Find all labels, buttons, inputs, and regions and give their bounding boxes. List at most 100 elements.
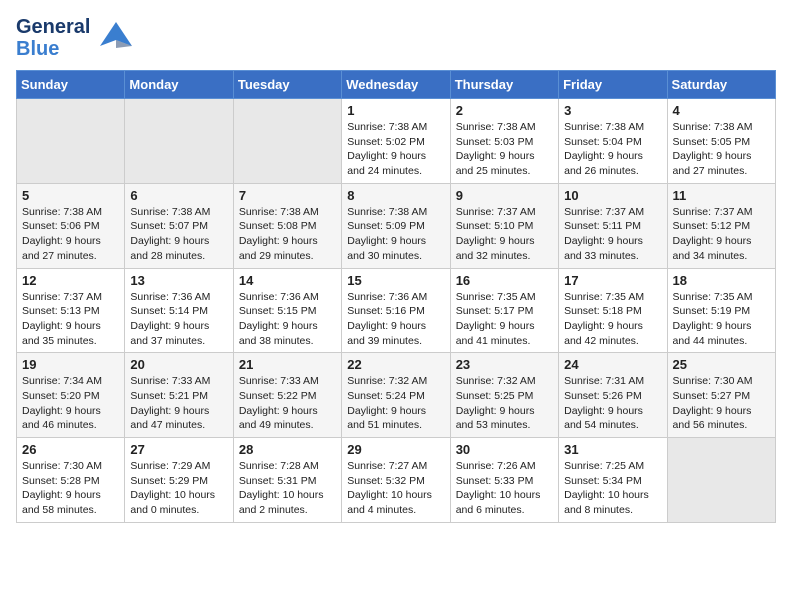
day-number: 3 <box>564 103 661 118</box>
calendar-day-cell: 11Sunrise: 7:37 AM Sunset: 5:12 PM Dayli… <box>667 183 775 268</box>
day-info: Sunrise: 7:37 AM Sunset: 5:11 PM Dayligh… <box>564 205 661 264</box>
day-info: Sunrise: 7:38 AM Sunset: 5:08 PM Dayligh… <box>239 205 336 264</box>
day-number: 14 <box>239 273 336 288</box>
day-info: Sunrise: 7:38 AM Sunset: 5:05 PM Dayligh… <box>673 120 770 179</box>
calendar-day-cell: 17 Sunrise: 7:35 AM Sunset: 5:18 PM Dayli… <box>559 268 667 353</box>
day-info: Sunrise: 7:38 AM Sunset: 5:07 PM Dayligh… <box>130 205 227 264</box>
calendar-day-cell: 22 Sunrise: 7:32 AM Sunset: 5:24 PM Dayli… <box>342 353 450 438</box>
weekday-header: Tuesday <box>233 71 341 99</box>
day-number: 20 <box>130 357 227 372</box>
calendar-day-cell: 10 Sunrise: 7:37 AM Sunset: 5:11 PM Dayli… <box>559 183 667 268</box>
day-info: Sunrise: 7:37 AM Sunset: 5:10 PM Dayligh… <box>456 205 553 264</box>
weekday-header: Wednesday <box>342 71 450 99</box>
day-info: Sunrise: 7:31 AM Sunset: 5:26 PM Dayligh… <box>564 374 661 433</box>
day-number: 2 <box>456 103 553 118</box>
day-info: Sunrise: 7:25 AM Sunset: 5:34 PM Dayligh… <box>564 459 661 518</box>
logo: General Blue <box>16 16 134 60</box>
day-info: Sunrise: 7:30 AM Sunset: 5:27 PM Dayligh… <box>673 374 770 433</box>
day-number: 21 <box>239 357 336 372</box>
day-number: 27 <box>130 442 227 457</box>
day-info: Sunrise: 7:32 AM Sunset: 5:25 PM Dayligh… <box>456 374 553 433</box>
day-number: 5 <box>22 188 119 203</box>
weekday-header: Monday <box>125 71 233 99</box>
weekday-header: Sunday <box>17 71 125 99</box>
calendar-day-cell: 3Sunrise: 7:38 AM Sunset: 5:04 PM Daylig… <box>559 99 667 184</box>
calendar-day-cell: 1 Sunrise: 7:38 AM Sunset: 5:02 PM Daylig… <box>342 99 450 184</box>
day-number: 25 <box>673 357 770 372</box>
day-info: Sunrise: 7:35 AM Sunset: 5:18 PM Dayligh… <box>564 290 661 349</box>
day-number: 19 <box>22 357 119 372</box>
calendar-day-cell: 25 Sunrise: 7:30 AM Sunset: 5:27 PM Dayli… <box>667 353 775 438</box>
day-number: 13 <box>130 273 227 288</box>
logo-general: General <box>16 16 90 38</box>
day-number: 26 <box>22 442 119 457</box>
calendar-day-cell: 28 Sunrise: 7:28 AM Sunset: 5:31 PM Dayli… <box>233 438 341 523</box>
calendar-day-cell: 12 Sunrise: 7:37 AM Sunset: 5:13 PM Dayli… <box>17 268 125 353</box>
calendar-week-row: 1 Sunrise: 7:38 AM Sunset: 5:02 PM Daylig… <box>17 99 776 184</box>
day-info: Sunrise: 7:28 AM Sunset: 5:31 PM Dayligh… <box>239 459 336 518</box>
calendar-week-row: 19 Sunrise: 7:34 AM Sunset: 5:20 PM Dayli… <box>17 353 776 438</box>
day-number: 29 <box>347 442 444 457</box>
calendar-day-cell: 14 Sunrise: 7:36 AM Sunset: 5:15 PM Dayli… <box>233 268 341 353</box>
day-info: Sunrise: 7:37 AM Sunset: 5:12 PM Dayligh… <box>673 205 770 264</box>
day-info: Sunrise: 7:35 AM Sunset: 5:17 PM Dayligh… <box>456 290 553 349</box>
day-number: 18 <box>673 273 770 288</box>
calendar-day-cell <box>667 438 775 523</box>
calendar-week-row: 26 Sunrise: 7:30 AM Sunset: 5:28 PM Dayli… <box>17 438 776 523</box>
day-info: Sunrise: 7:32 AM Sunset: 5:24 PM Dayligh… <box>347 374 444 433</box>
calendar-table: SundayMondayTuesdayWednesdayThursdayFrid… <box>16 70 776 523</box>
day-info: Sunrise: 7:36 AM Sunset: 5:15 PM Dayligh… <box>239 290 336 349</box>
calendar-day-cell: 27 Sunrise: 7:29 AM Sunset: 5:29 PM Dayli… <box>125 438 233 523</box>
day-number: 1 <box>347 103 444 118</box>
day-info: Sunrise: 7:30 AM Sunset: 5:28 PM Dayligh… <box>22 459 119 518</box>
day-number: 7 <box>239 188 336 203</box>
calendar-day-cell: 23Sunrise: 7:32 AM Sunset: 5:25 PM Dayli… <box>450 353 558 438</box>
day-number: 30 <box>456 442 553 457</box>
weekday-header: Thursday <box>450 71 558 99</box>
calendar-day-cell <box>17 99 125 184</box>
day-info: Sunrise: 7:38 AM Sunset: 5:03 PM Dayligh… <box>456 120 553 179</box>
day-info: Sunrise: 7:34 AM Sunset: 5:20 PM Dayligh… <box>22 374 119 433</box>
day-info: Sunrise: 7:29 AM Sunset: 5:29 PM Dayligh… <box>130 459 227 518</box>
day-number: 6 <box>130 188 227 203</box>
day-info: Sunrise: 7:38 AM Sunset: 5:09 PM Dayligh… <box>347 205 444 264</box>
calendar-day-cell: 5Sunrise: 7:38 AM Sunset: 5:06 PM Daylig… <box>17 183 125 268</box>
calendar-day-cell: 8Sunrise: 7:38 AM Sunset: 5:09 PM Daylig… <box>342 183 450 268</box>
day-number: 16 <box>456 273 553 288</box>
calendar-day-cell: 21Sunrise: 7:33 AM Sunset: 5:22 PM Dayli… <box>233 353 341 438</box>
day-number: 24 <box>564 357 661 372</box>
weekday-header: Friday <box>559 71 667 99</box>
calendar-day-cell: 2 Sunrise: 7:38 AM Sunset: 5:03 PM Daylig… <box>450 99 558 184</box>
day-info: Sunrise: 7:26 AM Sunset: 5:33 PM Dayligh… <box>456 459 553 518</box>
day-info: Sunrise: 7:36 AM Sunset: 5:14 PM Dayligh… <box>130 290 227 349</box>
day-number: 9 <box>456 188 553 203</box>
calendar-day-cell: 18 Sunrise: 7:35 AM Sunset: 5:19 PM Dayli… <box>667 268 775 353</box>
day-number: 15 <box>347 273 444 288</box>
calendar-header-row: SundayMondayTuesdayWednesdayThursdayFrid… <box>17 71 776 99</box>
day-number: 28 <box>239 442 336 457</box>
day-info: Sunrise: 7:38 AM Sunset: 5:02 PM Dayligh… <box>347 120 444 179</box>
calendar-day-cell: 19 Sunrise: 7:34 AM Sunset: 5:20 PM Dayli… <box>17 353 125 438</box>
calendar-day-cell: 30 Sunrise: 7:26 AM Sunset: 5:33 PM Dayli… <box>450 438 558 523</box>
calendar-day-cell: 24 Sunrise: 7:31 AM Sunset: 5:26 PM Dayli… <box>559 353 667 438</box>
calendar-day-cell: 26 Sunrise: 7:30 AM Sunset: 5:28 PM Dayli… <box>17 438 125 523</box>
calendar-week-row: 12 Sunrise: 7:37 AM Sunset: 5:13 PM Dayli… <box>17 268 776 353</box>
calendar-day-cell: 15Sunrise: 7:36 AM Sunset: 5:16 PM Dayli… <box>342 268 450 353</box>
day-number: 10 <box>564 188 661 203</box>
logo-blue: Blue <box>16 38 90 60</box>
day-info: Sunrise: 7:35 AM Sunset: 5:19 PM Dayligh… <box>673 290 770 349</box>
calendar-day-cell: 7 Sunrise: 7:38 AM Sunset: 5:08 PM Daylig… <box>233 183 341 268</box>
calendar-day-cell: 13 Sunrise: 7:36 AM Sunset: 5:14 PM Dayli… <box>125 268 233 353</box>
day-number: 17 <box>564 273 661 288</box>
calendar-day-cell: 16 Sunrise: 7:35 AM Sunset: 5:17 PM Dayli… <box>450 268 558 353</box>
calendar-day-cell: 29Sunrise: 7:27 AM Sunset: 5:32 PM Dayli… <box>342 438 450 523</box>
day-number: 22 <box>347 357 444 372</box>
day-number: 12 <box>22 273 119 288</box>
calendar-day-cell <box>233 99 341 184</box>
page-header: General Blue <box>16 16 776 60</box>
calendar-day-cell: 4Sunrise: 7:38 AM Sunset: 5:05 PM Daylig… <box>667 99 775 184</box>
calendar-day-cell: 20Sunrise: 7:33 AM Sunset: 5:21 PM Dayli… <box>125 353 233 438</box>
weekday-header: Saturday <box>667 71 775 99</box>
day-info: Sunrise: 7:37 AM Sunset: 5:13 PM Dayligh… <box>22 290 119 349</box>
logo-bird-icon <box>98 18 134 59</box>
